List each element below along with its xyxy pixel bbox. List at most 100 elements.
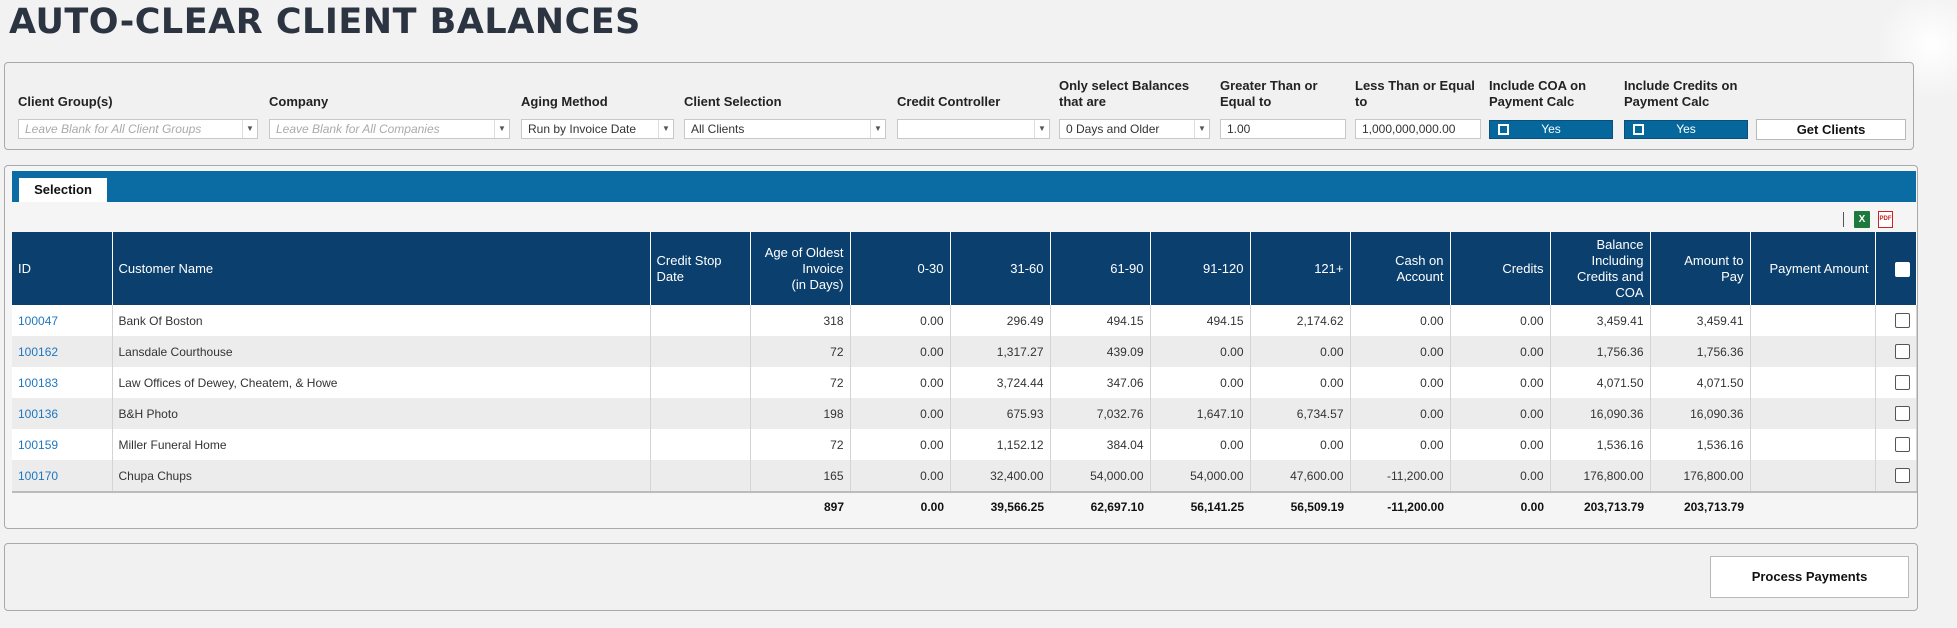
client-id-link[interactable]: 100170 (18, 469, 58, 483)
client-groups-placeholder: Leave Blank for All Client Groups (25, 122, 202, 136)
cell-balance: 3,459.41 (1550, 305, 1651, 336)
only-select-select[interactable]: 0 Days and Older ▼ (1059, 119, 1210, 139)
cell-checkbox (1875, 367, 1917, 398)
table-row[interactable]: 100170 Chupa Chups 165 0.00 32,400.00 54,000.… (12, 460, 1917, 492)
row-select-checkbox[interactable] (1894, 313, 1910, 329)
cell-payment[interactable] (1750, 398, 1876, 429)
checkbox-icon (1633, 124, 1644, 135)
pdf-export-icon[interactable]: PDF (1878, 211, 1893, 228)
client-selection-label: Client Selection (684, 94, 782, 109)
column-header-payment-amount[interactable]: Payment Amount (1750, 232, 1876, 305)
cell-payment[interactable] (1750, 305, 1876, 336)
cell-payment[interactable] (1750, 460, 1876, 492)
client-groups-label: Client Group(s) (18, 94, 113, 109)
client-id-link[interactable]: 100183 (18, 376, 58, 390)
cell-b91_120: 494.15 (1150, 305, 1251, 336)
column-header-credit-stop-date[interactable]: Credit Stop Date (650, 232, 751, 305)
less-than-input[interactable]: 1,000,000,000.00 (1355, 119, 1481, 139)
table-row[interactable]: 100159 Miller Funeral Home 72 0.00 1,152.12 3… (12, 429, 1917, 460)
get-clients-button[interactable]: Get Clients (1756, 119, 1906, 140)
client-id-link[interactable]: 100159 (18, 438, 58, 452)
totals-empty (12, 491, 112, 520)
include-credits-toggle[interactable]: Yes (1624, 120, 1748, 139)
cell-b61_90: 384.04 (1050, 429, 1151, 460)
cell-id: 100047 (12, 305, 113, 336)
cell-id: 100170 (12, 460, 113, 492)
cell-amount: 1,756.36 (1650, 336, 1751, 367)
client-selection-select[interactable]: All Clients ▼ (684, 119, 886, 139)
column-header-amount-to-pay[interactable]: Amount to Pay (1650, 232, 1751, 305)
cell-id: 100159 (12, 429, 113, 460)
column-header-customer-name[interactable]: Customer Name (112, 232, 651, 305)
row-select-checkbox[interactable] (1894, 437, 1910, 453)
less-than-label: Less Than or Equal to (1355, 78, 1475, 109)
include-credits-label: Include Credits on Payment Calc (1624, 78, 1738, 109)
page-title: AUTO-CLEAR CLIENT BALANCES (9, 2, 641, 42)
table-row[interactable]: 100183 Law Offices of Dewey, Cheatem, & H… (12, 367, 1917, 398)
cell-credits: 0.00 (1450, 460, 1551, 492)
cell-b91_120: 54,000.00 (1150, 460, 1251, 492)
client-id-link[interactable]: 100136 (18, 407, 58, 421)
cell-balance: 16,090.36 (1550, 398, 1651, 429)
cell-b0_30: 0.00 (850, 398, 951, 429)
only-select-value: 0 Days and Older (1066, 122, 1160, 136)
cell-stop (650, 367, 751, 398)
client-id-link[interactable]: 100162 (18, 345, 58, 359)
column-header-balance[interactable]: Balance Including Credits and COA (1550, 232, 1651, 305)
row-select-checkbox[interactable] (1894, 406, 1910, 422)
cell-payment[interactable] (1750, 367, 1876, 398)
process-payments-button[interactable]: Process Payments (1710, 556, 1909, 598)
cell-customer-name: Chupa Chups (112, 460, 651, 492)
select-all-checkbox-cell (1875, 232, 1917, 305)
tab-selection[interactable]: Selection (19, 178, 107, 202)
cell-stop (650, 460, 751, 492)
cell-b31_60: 1,317.27 (950, 336, 1051, 367)
cell-b121: 47,600.00 (1250, 460, 1351, 492)
company-placeholder: Leave Blank for All Companies (276, 122, 440, 136)
row-select-checkbox[interactable] (1894, 344, 1910, 360)
cell-customer-name: Lansdale Courthouse (112, 336, 651, 367)
row-select-checkbox[interactable] (1894, 375, 1910, 391)
cell-b121: 0.00 (1250, 367, 1351, 398)
total-b61_90: 62,697.10 (1050, 491, 1150, 520)
cell-b31_60: 675.93 (950, 398, 1051, 429)
chevron-down-icon: ▼ (1034, 120, 1049, 138)
column-header-0-30[interactable]: 0-30 (850, 232, 951, 305)
cell-payment[interactable] (1750, 429, 1876, 460)
table-row[interactable]: 100047 Bank Of Boston 318 0.00 296.49 494.15 4… (12, 305, 1917, 336)
column-header-id[interactable]: ID (12, 232, 113, 305)
include-coa-toggle[interactable]: Yes (1489, 120, 1613, 139)
cell-b0_30: 0.00 (850, 305, 951, 336)
column-header-121-plus[interactable]: 121+ (1250, 232, 1351, 305)
cell-id: 100183 (12, 367, 113, 398)
column-header-61-90[interactable]: 61-90 (1050, 232, 1151, 305)
column-header-91-120[interactable]: 91-120 (1150, 232, 1251, 305)
cell-balance: 4,071.50 (1550, 367, 1651, 398)
client-id-link[interactable]: 100047 (18, 314, 58, 328)
column-header-credits[interactable]: Credits (1450, 232, 1551, 305)
cell-payment[interactable] (1750, 336, 1876, 367)
cell-balance: 176,800.00 (1550, 460, 1651, 492)
cell-amount: 3,459.41 (1650, 305, 1751, 336)
cell-age: 72 (750, 429, 851, 460)
aging-method-select[interactable]: Run by Invoice Date ▼ (521, 119, 674, 139)
column-header-31-60[interactable]: 31-60 (950, 232, 1051, 305)
company-select[interactable]: Leave Blank for All Companies ▼ (269, 119, 510, 139)
table-row[interactable]: 100136 B&H Photo 198 0.00 675.93 7,032.76 1,64… (12, 398, 1917, 429)
greater-than-input[interactable]: 1.00 (1220, 119, 1346, 139)
row-select-checkbox[interactable] (1894, 468, 1910, 484)
table-row[interactable]: 100162 Lansdale Courthouse 72 0.00 1,317.27 4… (12, 336, 1917, 367)
cell-b121: 2,174.62 (1250, 305, 1351, 336)
total-credits: 0.00 (1450, 491, 1550, 520)
column-header-cash-on-account[interactable]: Cash on Account (1350, 232, 1451, 305)
grid-panel: Selection X PDF ID Customer Name Credit … (4, 165, 1918, 529)
cell-b91_120: 1,647.10 (1150, 398, 1251, 429)
excel-export-icon[interactable]: X (1854, 211, 1870, 228)
toolbar-divider (1843, 212, 1844, 227)
column-header-age[interactable]: Age of Oldest Invoice (in Days) (750, 232, 851, 305)
cell-b31_60: 296.49 (950, 305, 1051, 336)
cell-cash: 0.00 (1350, 398, 1451, 429)
credit-controller-select[interactable]: ▼ (897, 119, 1050, 139)
select-all-checkbox[interactable] (1894, 261, 1910, 277)
client-groups-select[interactable]: Leave Blank for All Client Groups ▼ (18, 119, 258, 139)
